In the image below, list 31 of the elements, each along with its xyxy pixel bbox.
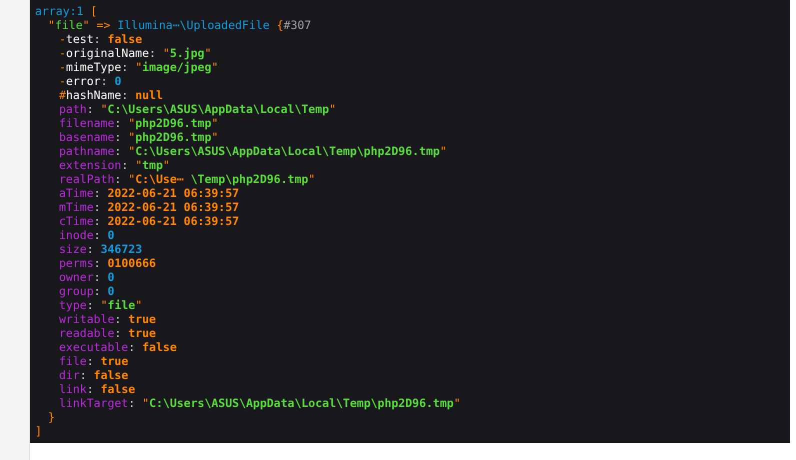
dump-line: dir: false	[59, 368, 128, 382]
dump-line: -mimeType: "image/jpeg"	[59, 60, 218, 74]
dump-line: type: "file"	[59, 298, 142, 312]
dump-line: size: 346723	[59, 242, 142, 256]
dump-line: #hashName: null	[59, 88, 163, 102]
dump-line: -error: 0	[59, 74, 122, 88]
dump-line: -originalName: "5.jpg"	[59, 46, 212, 60]
dump-line: -test: false	[59, 32, 142, 46]
dump-line: perms: 0100666	[59, 256, 156, 270]
dump-line: writable: true	[59, 312, 156, 326]
dump-line: mTime: 2022-06-21 06:39:57	[59, 200, 240, 214]
dump-line: owner: 0	[59, 270, 114, 284]
dump-line: inode: 0	[59, 228, 114, 242]
dump-line: filename: "php2D96.tmp"	[59, 116, 218, 130]
dump-line: "file" => Illumina⋯\UploadedFile {#307	[48, 18, 312, 32]
dump-line: extension: "tmp"	[59, 158, 170, 172]
dump-line: }	[48, 410, 55, 424]
dump-line: group: 0	[59, 284, 114, 298]
dump-line: ]	[35, 424, 42, 438]
dump-line: aTime: 2022-06-21 06:39:57	[59, 186, 240, 200]
dump-line: link: false	[59, 382, 136, 396]
dump-line: array:1 [	[35, 4, 98, 18]
dump-line: pathname: "C:\Users\ASUS\AppData\Local\Temp\php2D96.tmp"	[59, 144, 447, 158]
dump-line: file: true	[59, 354, 128, 368]
dump-line: cTime: 2022-06-21 06:39:57	[59, 214, 240, 228]
dump-line: path: "C:\Users\ASUS\AppData\Local\Temp"	[59, 102, 336, 116]
dump-line: linkTarget: "C:\Users\ASUS\AppData\Local\Temp\php2D96.tmp"	[59, 396, 461, 410]
dump-line: readable: true	[59, 326, 156, 340]
dump-line: executable: false	[59, 340, 177, 354]
dump-line: basename: "php2D96.tmp"	[59, 130, 218, 144]
dump-line: realPath: "C:\Use⋯ \Temp\php2D96.tmp"	[59, 172, 316, 186]
